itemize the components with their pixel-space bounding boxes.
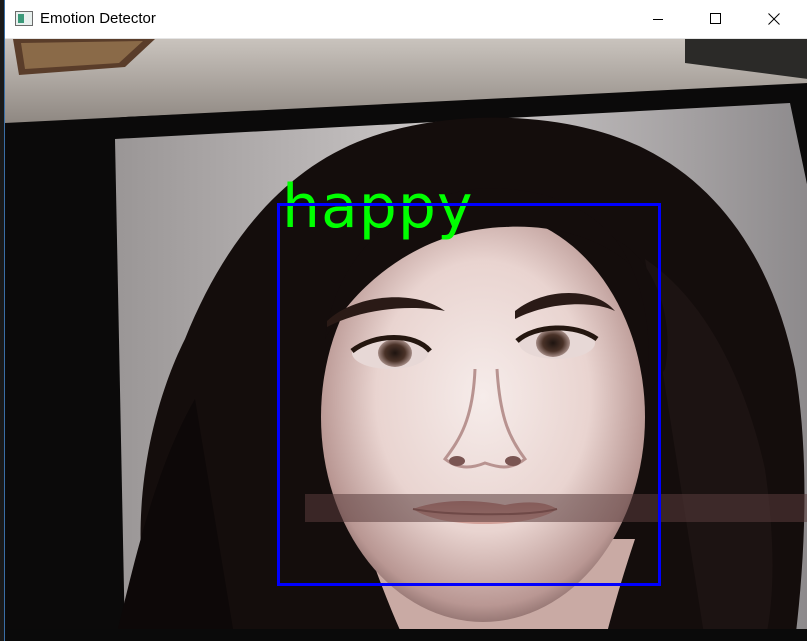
window-title: Emotion Detector xyxy=(40,10,156,27)
title-bar[interactable]: Emotion Detector xyxy=(5,0,807,39)
camera-feed: happy xyxy=(5,39,807,641)
emotion-detector-window: Emotion Detector happy xyxy=(4,0,807,641)
close-button[interactable] xyxy=(745,0,803,38)
face-detection-box xyxy=(277,203,661,586)
close-icon xyxy=(768,13,780,25)
maximize-button[interactable] xyxy=(687,0,745,38)
minimize-icon xyxy=(653,19,663,20)
minimize-button[interactable] xyxy=(629,0,687,38)
maximize-icon xyxy=(710,13,721,24)
app-icon xyxy=(15,11,33,26)
